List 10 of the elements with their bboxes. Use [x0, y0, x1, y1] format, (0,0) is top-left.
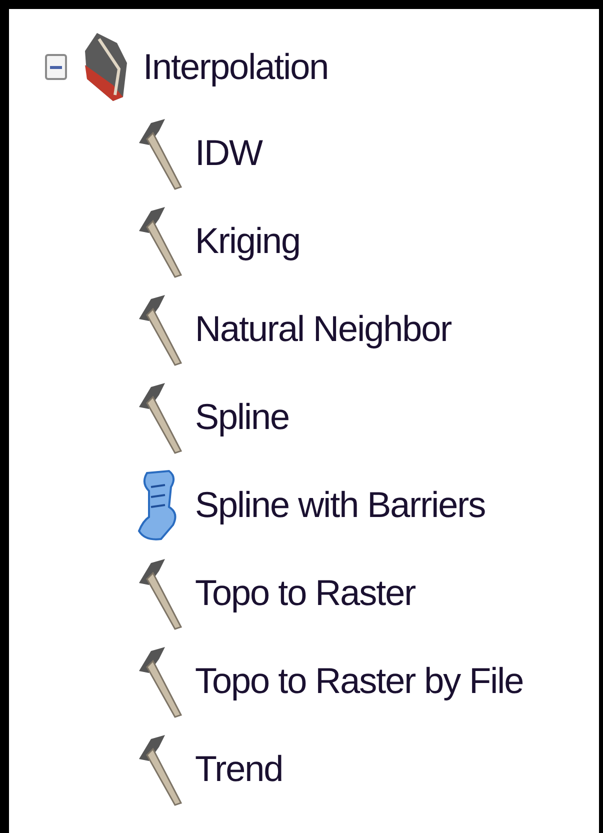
tree-item[interactable]: Natural Neighbor	[195, 308, 452, 350]
tree-item[interactable]: Trend	[195, 748, 283, 790]
tree-item[interactable]: Spline	[195, 396, 290, 438]
tree-item[interactable]: Spline with Barriers	[195, 484, 486, 526]
tree-item[interactable]: Interpolation	[143, 46, 328, 88]
collapse-icon[interactable]	[45, 54, 67, 80]
tree-item[interactable]: Topo to Raster by File	[195, 660, 524, 702]
tree-item[interactable]: IDW	[195, 132, 262, 174]
tree-item[interactable]: Topo to Raster	[195, 572, 416, 614]
tree-item[interactable]: Kriging	[195, 220, 300, 262]
